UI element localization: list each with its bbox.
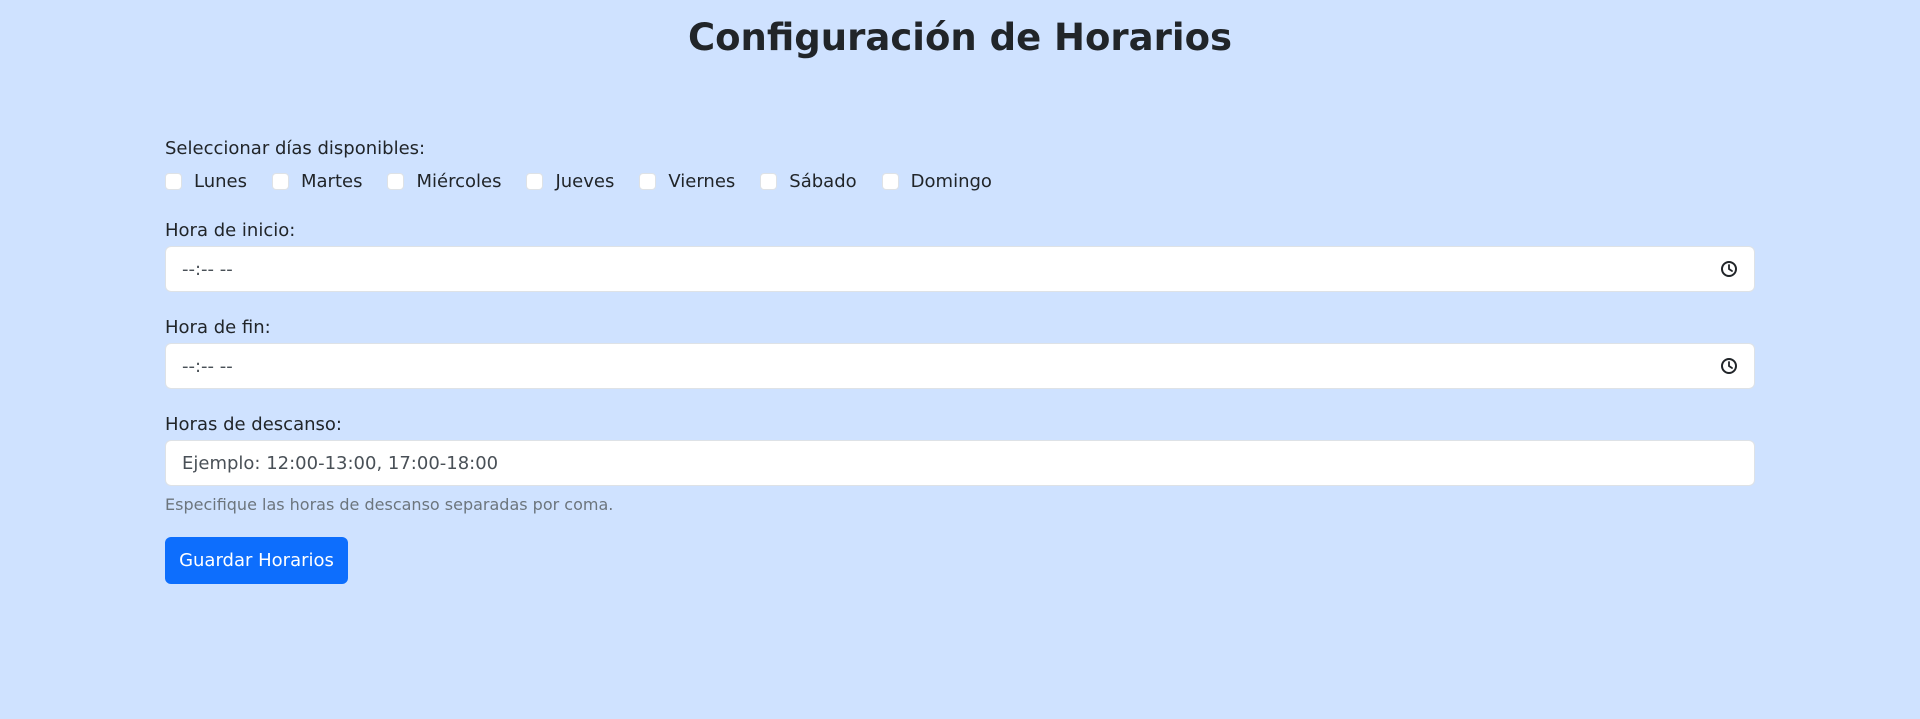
days-label: Seleccionar días disponibles:	[165, 138, 426, 159]
breaks-help-text: Especifique las horas de descanso separa…	[165, 495, 614, 514]
save-schedule-button[interactable]: Guardar Horarios	[165, 537, 348, 584]
day-label-lunes: Lunes	[194, 170, 247, 192]
clock-icon[interactable]	[1720, 260, 1738, 278]
day-option-miercoles[interactable]: Miércoles	[387, 166, 501, 196]
end-time-input[interactable]: --:-- --	[165, 343, 1755, 389]
breaks-label: Horas de descanso:	[165, 414, 342, 435]
day-option-domingo[interactable]: Domingo	[881, 166, 992, 196]
days-checkbox-group: Lunes Martes Miércoles Jueves Viernes Sá…	[165, 166, 1017, 196]
end-time-label: Hora de fin:	[165, 317, 271, 338]
start-time-input[interactable]: --:-- --	[165, 246, 1755, 292]
start-time-label: Hora de inicio:	[165, 220, 296, 241]
day-option-viernes[interactable]: Viernes	[639, 166, 735, 196]
end-time-value: --:-- --	[182, 355, 233, 377]
checkbox-miercoles[interactable]	[387, 172, 405, 190]
day-label-viernes: Viernes	[668, 170, 736, 192]
day-label-sabado: Sábado	[789, 170, 857, 192]
day-option-jueves[interactable]: Jueves	[526, 166, 614, 196]
day-option-sabado[interactable]: Sábado	[760, 166, 857, 196]
checkbox-domingo[interactable]	[881, 172, 899, 190]
day-label-jueves: Jueves	[555, 170, 615, 192]
checkbox-viernes[interactable]	[639, 172, 657, 190]
start-time-value: --:-- --	[182, 258, 233, 280]
checkbox-sabado[interactable]	[760, 172, 778, 190]
day-option-lunes[interactable]: Lunes	[165, 166, 247, 196]
day-option-martes[interactable]: Martes	[271, 166, 363, 196]
breaks-input[interactable]: Ejemplo: 12:00-13:00, 17:00-18:00	[165, 440, 1755, 486]
checkbox-jueves[interactable]	[526, 172, 544, 190]
day-label-miercoles: Miércoles	[416, 170, 502, 192]
checkbox-lunes[interactable]	[165, 172, 182, 190]
day-label-domingo: Domingo	[910, 170, 992, 192]
checkbox-martes[interactable]	[271, 172, 289, 190]
breaks-placeholder: Ejemplo: 12:00-13:00, 17:00-18:00	[182, 452, 499, 474]
page-title: Configuración de Horarios	[687, 16, 1233, 59]
day-label-martes: Martes	[300, 170, 363, 192]
clock-icon[interactable]	[1720, 357, 1738, 375]
